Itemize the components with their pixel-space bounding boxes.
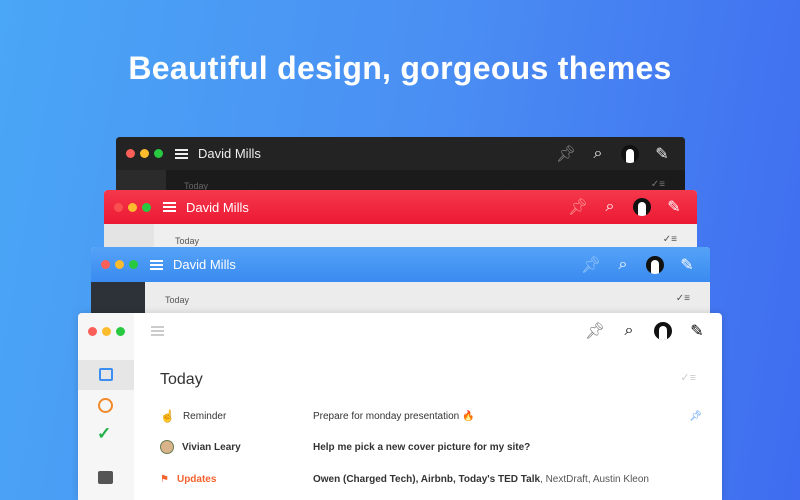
pinned-icon[interactable]: 📌︎	[689, 411, 702, 422]
item-senders-unread: Owen (Charged Tech), Airbnb, Today's TED…	[313, 473, 541, 485]
title-bar: David Mills 📌︎ ⌕ ✎	[104, 190, 697, 224]
search-icon[interactable]: ⌕	[614, 256, 632, 274]
pin-icon[interactable]: 📌︎	[585, 322, 605, 340]
compose-icon[interactable]: ✎	[678, 256, 696, 274]
item-sender: Updates	[176, 473, 217, 485]
window-red-theme: David Mills 📌︎ ⌕ ✎ Today ✓≡	[104, 190, 697, 255]
item-subject: Prepare for monday presentation 🔥	[313, 410, 475, 422]
search-icon[interactable]: ⌕	[589, 145, 607, 163]
item-senders-read: , NextDraft, Austin Kleon	[540, 473, 649, 485]
minimize-button[interactable]	[102, 326, 111, 336]
compose-icon[interactable]: ✎	[688, 322, 706, 340]
section-title: Today	[160, 371, 203, 388]
reminder-hand-icon: ☝	[160, 409, 175, 423]
window-light-theme: ✓ 📌︎ ⌕ ✎ Today ✓≡ ☝ Reminder Prepare for mo…	[78, 313, 722, 500]
close-button[interactable]	[88, 326, 97, 336]
avatar[interactable]	[633, 198, 651, 216]
today-label: Today	[165, 295, 190, 305]
close-button[interactable]	[101, 260, 110, 269]
pin-icon[interactable]: 📌︎	[581, 256, 601, 274]
menu-icon[interactable]	[175, 148, 188, 159]
maximize-button[interactable]	[116, 326, 125, 336]
search-icon[interactable]: ⌕	[620, 322, 638, 340]
close-button[interactable]	[126, 149, 135, 158]
maximize-button[interactable]	[142, 202, 151, 212]
menu-icon[interactable]	[163, 202, 176, 212]
maximize-button[interactable]	[129, 260, 138, 269]
menu-icon[interactable]	[151, 326, 164, 336]
avatar[interactable]	[646, 255, 664, 274]
pin-icon[interactable]: 📌︎	[568, 198, 588, 216]
mark-done-icon[interactable]: ✓≡	[663, 234, 677, 245]
item-sender: Reminder	[182, 410, 227, 422]
account-title: David Mills	[186, 199, 249, 215]
mark-done-icon[interactable]: ✓≡	[651, 179, 665, 190]
item-subject: Help me pick a new cover picture for my …	[313, 441, 531, 453]
close-button[interactable]	[114, 202, 123, 212]
snoozed-clock-icon[interactable]	[98, 398, 113, 413]
minimize-button[interactable]	[115, 260, 124, 269]
flag-icon: ⚑	[160, 473, 169, 485]
window-blue-theme: David Mills 📌︎ ⌕ ✎ Today ✓≡	[91, 247, 710, 317]
avatar	[160, 440, 174, 454]
title-bar: 📌︎ ⌕ ✎	[78, 313, 722, 349]
menu-icon[interactable]	[150, 259, 163, 270]
open-mail-icon[interactable]	[98, 471, 113, 484]
avatar[interactable]	[654, 322, 672, 340]
minimize-button[interactable]	[140, 149, 149, 158]
list-item[interactable]: Vivian Leary Help me pick a new cover pi…	[160, 437, 702, 457]
list-item[interactable]: ☝ Reminder Prepare for monday presentatio…	[160, 406, 702, 426]
pin-icon[interactable]: 📌︎	[556, 145, 576, 163]
account-title: David Mills	[198, 146, 261, 161]
account-title: David Mills	[173, 257, 236, 272]
mark-done-icon[interactable]: ✓≡	[680, 371, 696, 384]
list-item[interactable]: ⚑ Updates Owen (Charged Tech), Airbnb, To…	[160, 469, 702, 489]
search-icon[interactable]: ⌕	[601, 198, 619, 216]
compose-icon[interactable]: ✎	[665, 198, 683, 216]
maximize-button[interactable]	[154, 149, 163, 158]
item-sender: Vivian Leary	[182, 441, 241, 453]
window-dark-theme: David Mills 📌︎ ⌕ ✎ Today ✓≡	[116, 137, 685, 197]
minimize-button[interactable]	[128, 202, 137, 212]
title-bar: David Mills 📌︎ ⌕ ✎	[91, 247, 710, 282]
inbox-icon[interactable]	[99, 368, 113, 381]
compose-icon[interactable]: ✎	[653, 145, 671, 163]
mark-done-icon[interactable]: ✓≡	[676, 293, 690, 304]
headline: Beautiful design, gorgeous themes	[128, 50, 672, 86]
done-check-icon[interactable]: ✓	[97, 424, 111, 444]
avatar[interactable]	[621, 144, 639, 163]
title-bar: David Mills 📌︎ ⌕ ✎	[116, 137, 685, 170]
today-label: Today	[175, 236, 200, 246]
sidebar	[91, 282, 145, 317]
